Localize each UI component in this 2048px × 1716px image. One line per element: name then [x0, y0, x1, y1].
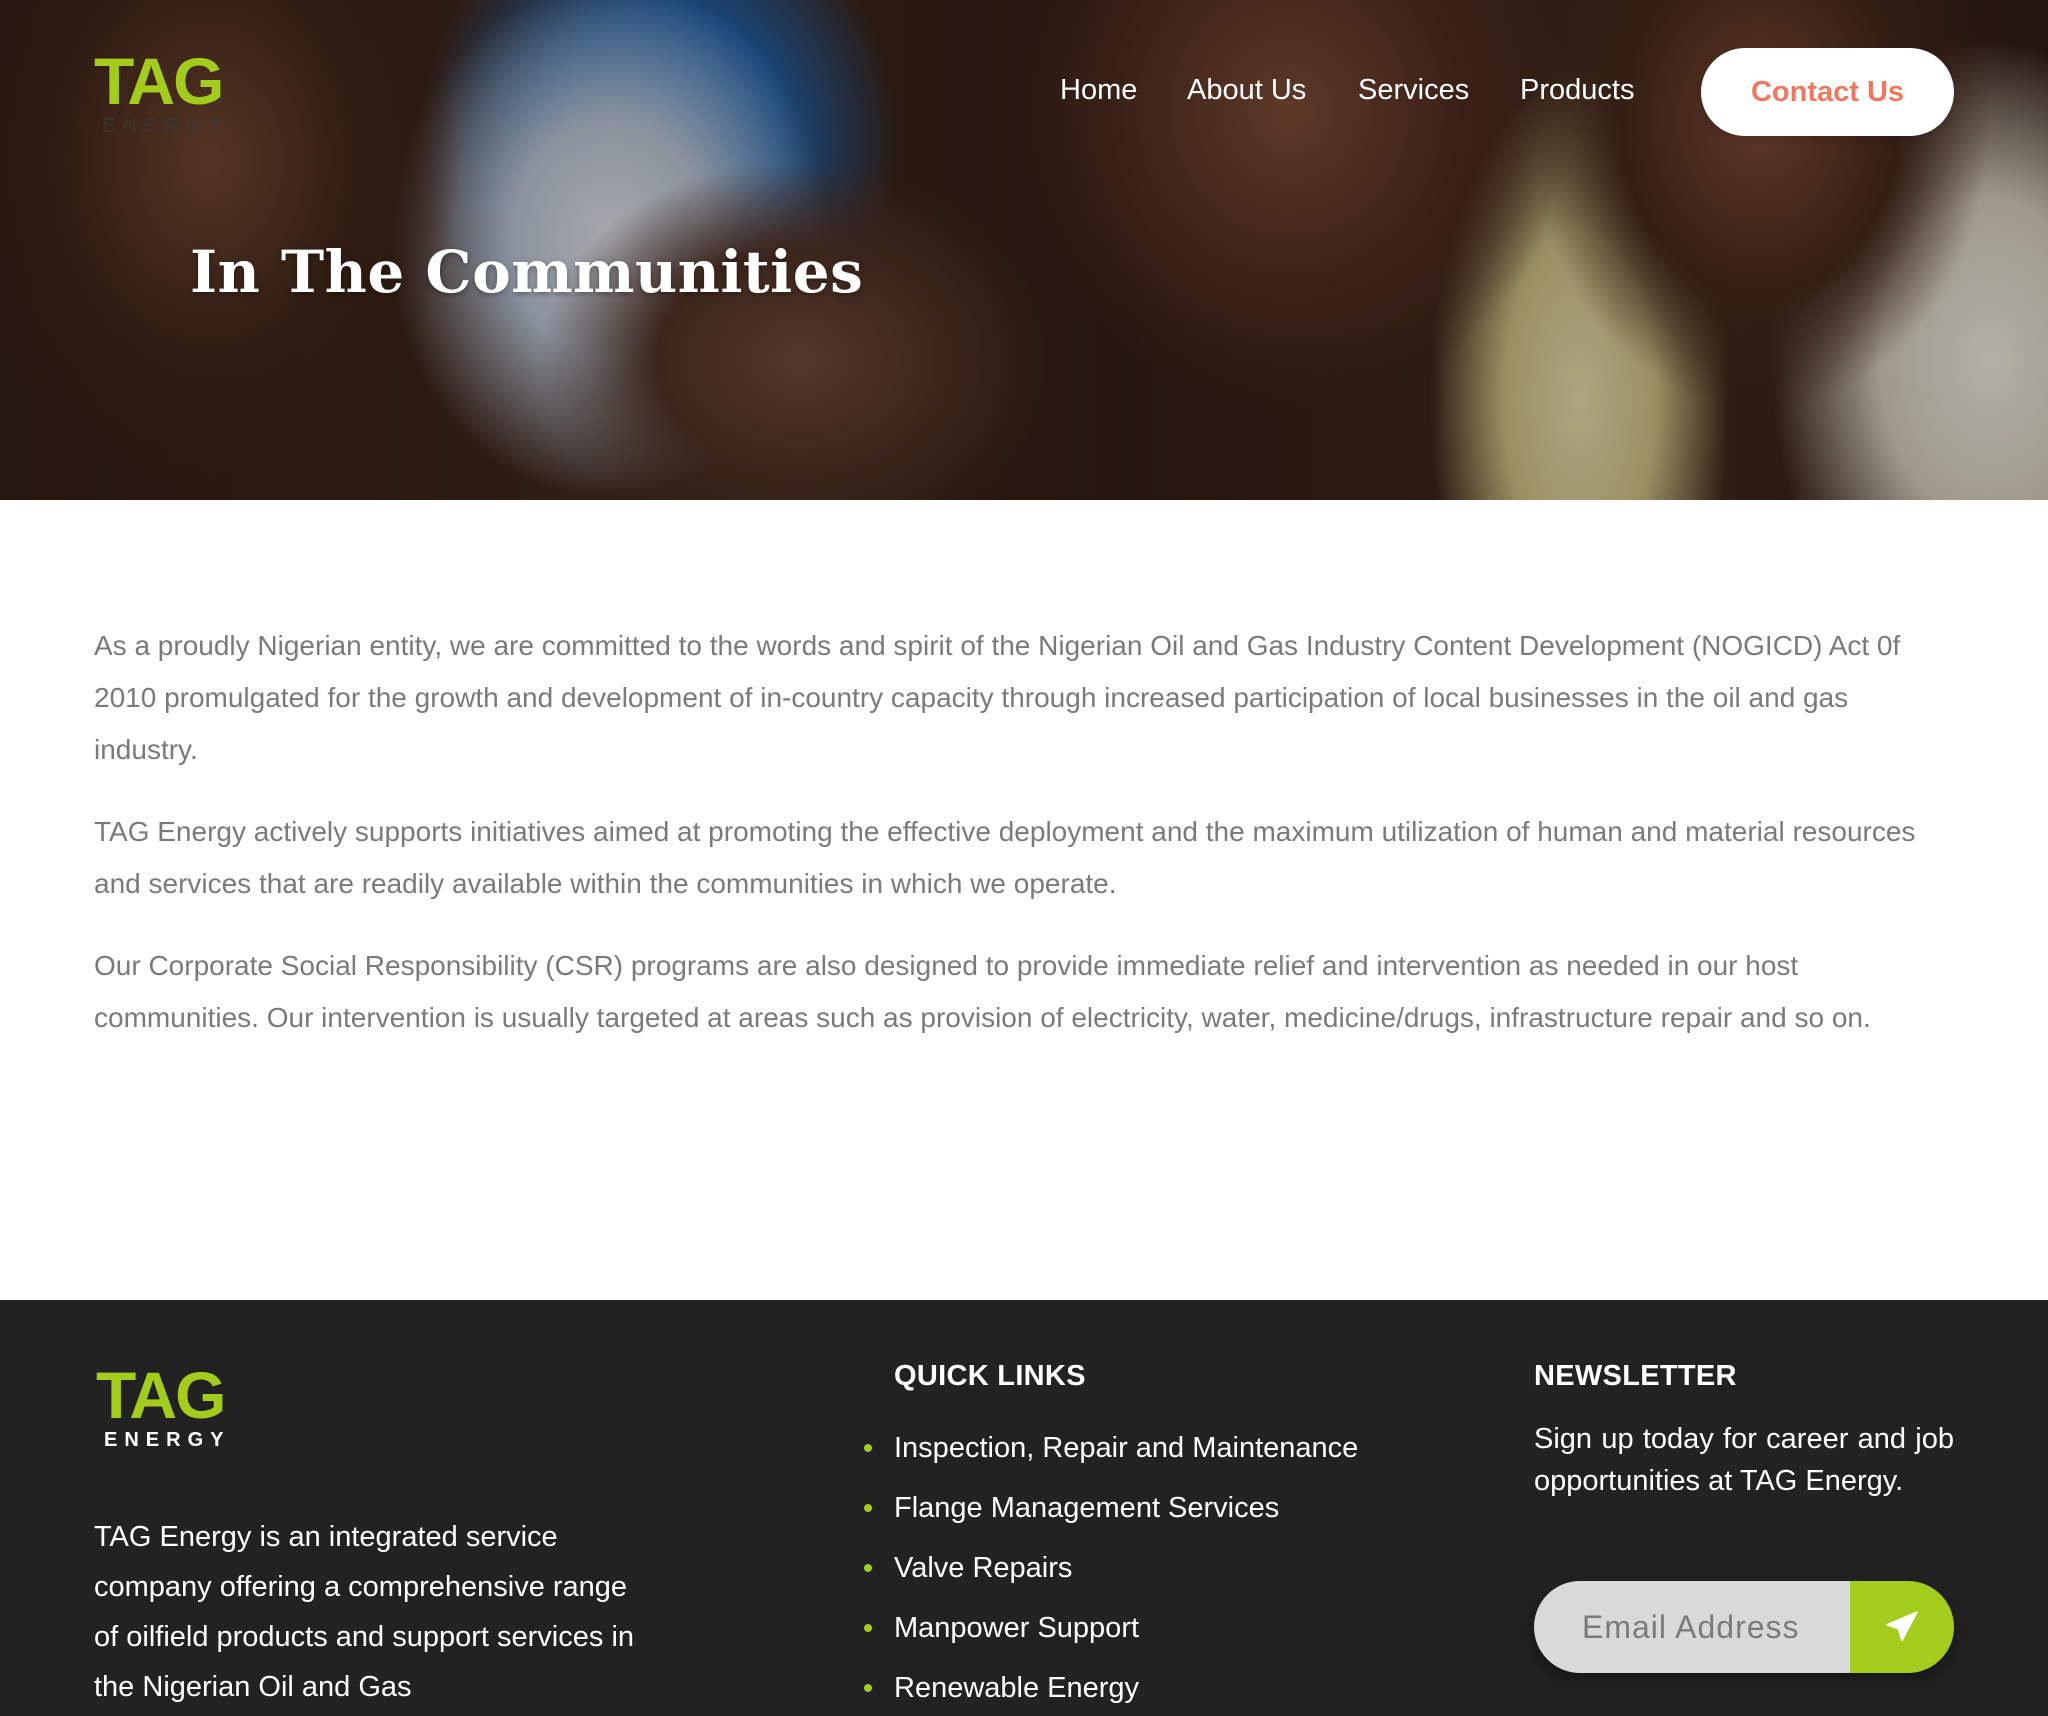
email-input[interactable]	[1534, 1581, 1850, 1673]
nav-item-home[interactable]: Home	[1060, 66, 1137, 114]
nav-item-products[interactable]: Products	[1520, 66, 1634, 114]
content-paragraph-2: TAG Energy actively supports initiatives…	[94, 816, 1916, 899]
newsletter-description: Sign up today for career and job opportu…	[1534, 1423, 1954, 1497]
quick-link-manpower-support[interactable]: Manpower Support	[864, 1604, 1358, 1664]
nav-item-about-us[interactable]: About Us	[1187, 66, 1306, 114]
content-paragraph-3: Our Corporate Social Responsibility (CSR…	[94, 950, 1871, 1033]
quick-link-flange-management[interactable]: Flange Management Services	[864, 1484, 1358, 1544]
quick-links-list: Inspection, Repair and Maintenance Flang…	[864, 1424, 1358, 1716]
quick-links-heading: QUICK LINKS	[894, 1360, 1086, 1392]
quick-link-inspection[interactable]: Inspection, Repair and Maintenance	[864, 1424, 1358, 1484]
bullet-icon	[864, 1564, 872, 1572]
quick-link-label: Manpower Support	[894, 1612, 1140, 1644]
bullet-icon	[864, 1444, 872, 1452]
quick-link-label: Inspection, Repair and Maintenance	[894, 1432, 1359, 1464]
main-content: As a proudly Nigerian entity, we are com…	[94, 620, 1954, 1074]
page-title: In The Communities	[190, 238, 864, 306]
footer-logo[interactable]: TAG ENERGY	[96, 1358, 246, 1451]
content-paragraph-1: As a proudly Nigerian entity, we are com…	[94, 630, 1901, 765]
contact-us-button[interactable]: Contact Us	[1701, 48, 1954, 136]
paper-plane-icon	[1886, 1611, 1918, 1642]
tag-energy-footer-logo-icon: TAG ENERGY	[96, 1358, 230, 1451]
quick-link-valve-repairs[interactable]: Valve Repairs	[864, 1544, 1358, 1604]
hero-banner: TAG ENERGY Home About Us Services Produc…	[0, 0, 2048, 500]
newsletter-submit-button[interactable]	[1850, 1581, 1954, 1673]
quick-link-renewable-energy[interactable]: Renewable Energy	[864, 1664, 1358, 1716]
quick-link-label: Flange Management Services	[894, 1492, 1280, 1524]
newsletter-heading: NEWSLETTER	[1534, 1360, 1737, 1392]
bullet-icon	[864, 1684, 872, 1692]
site-footer: TAG ENERGY TAG Energy is an integrated s…	[0, 1300, 2048, 1716]
bullet-icon	[864, 1504, 872, 1512]
newsletter-form	[1534, 1581, 1954, 1673]
bullet-icon	[864, 1624, 872, 1632]
footer-logo-subtext: ENERGY	[104, 1429, 230, 1450]
nav-item-services[interactable]: Services	[1358, 66, 1469, 114]
quick-link-label: Renewable Energy	[894, 1672, 1140, 1704]
footer-logo-text: TAG	[96, 1360, 224, 1432]
footer-about-text: TAG Energy is an integrated service comp…	[94, 1521, 635, 1703]
quick-link-label: Valve Repairs	[894, 1552, 1073, 1584]
